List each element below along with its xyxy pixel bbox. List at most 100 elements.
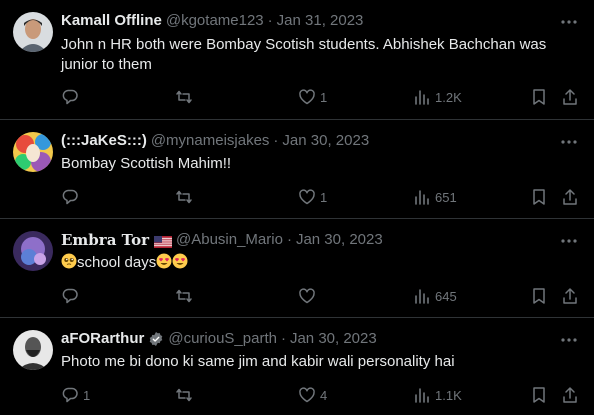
separator: · <box>267 12 273 29</box>
views-button[interactable]: 1.1K <box>413 385 462 405</box>
tweet[interactable]: aFORarthur @curiouS_parth · Jan 30, 2023… <box>0 318 594 415</box>
view-count: 1.1K <box>435 387 462 403</box>
avatar[interactable] <box>13 330 53 370</box>
tweet-text: John n HR both were Bombay Scotish stude… <box>61 36 547 73</box>
bookmark-button[interactable] <box>530 187 548 207</box>
more-options-icon[interactable] <box>560 13 578 31</box>
tweet-header: (:::JaKeS:::) @mynameisjakes · Jan 30, 2… <box>61 131 369 151</box>
retweet-button[interactable] <box>175 87 197 107</box>
share-icon <box>563 189 577 205</box>
views-icon <box>415 190 429 205</box>
bookmark-icon <box>533 387 545 403</box>
tweet-feed: Kamall Offline @kgotame123 · Jan 31, 202… <box>0 0 594 415</box>
bookmark-button[interactable] <box>530 286 548 306</box>
share-icon <box>563 288 577 304</box>
heart-icon <box>299 288 315 304</box>
author-handle[interactable]: @curiouS_parth <box>168 329 277 349</box>
retweet-button[interactable] <box>175 187 197 207</box>
like-button[interactable]: 1 <box>298 187 327 207</box>
view-count: 645 <box>435 288 457 304</box>
reply-button[interactable] <box>61 87 83 107</box>
retweet-button[interactable] <box>175 385 197 405</box>
separator: · <box>280 330 286 347</box>
bookmark-icon <box>533 288 545 304</box>
more-options-icon[interactable] <box>560 232 578 250</box>
action-bar: 1 651 <box>61 187 581 207</box>
like-count: 1 <box>320 89 328 105</box>
share-icon <box>563 387 577 403</box>
share-icon <box>563 89 577 105</box>
retweet-icon <box>176 190 192 204</box>
tweet-text-body: school days <box>77 254 157 271</box>
reply-button[interactable] <box>61 187 83 207</box>
author-name[interactable]: aFORarthur <box>61 329 144 349</box>
tweet[interactable]: Embra Tor @Abusin_Mario · Jan 30, 2023 s… <box>0 219 594 318</box>
like-button[interactable]: 4 <box>298 385 327 405</box>
reply-icon <box>62 288 78 304</box>
reply-button[interactable] <box>61 286 83 306</box>
reply-count: 1 <box>83 387 91 403</box>
reply-button[interactable]: 1 <box>61 385 90 405</box>
heart-icon <box>299 89 315 105</box>
tweet-date[interactable]: Jan 31, 2023 <box>277 11 364 31</box>
author-name[interactable]: (:::JaKeS:::) <box>61 131 147 151</box>
views-button[interactable]: 651 <box>413 187 457 207</box>
heart-icon <box>299 387 315 403</box>
avatar[interactable] <box>13 231 53 271</box>
author-handle[interactable]: @kgotame123 <box>166 11 264 31</box>
views-icon <box>415 289 429 304</box>
us-flag-icon <box>154 234 172 248</box>
tweet-date[interactable]: Jan 30, 2023 <box>282 131 369 151</box>
action-bar: 1 1.2K <box>61 87 581 107</box>
more-options-icon[interactable] <box>560 331 578 349</box>
separator: · <box>273 132 279 149</box>
heart-icon <box>299 189 315 205</box>
author-handle[interactable]: @Abusin_Mario <box>176 230 283 250</box>
share-button[interactable] <box>561 385 579 405</box>
author-handle[interactable]: @mynameisjakes <box>151 131 270 151</box>
retweet-icon <box>176 90 192 104</box>
verified-badge-icon <box>148 331 164 347</box>
reply-icon <box>62 387 78 403</box>
heart-eyes-emoji <box>172 253 188 269</box>
share-button[interactable] <box>561 87 579 107</box>
tweet-header: Kamall Offline @kgotame123 · Jan 31, 202… <box>61 11 363 31</box>
like-button[interactable] <box>298 286 320 306</box>
share-button[interactable] <box>561 187 579 207</box>
views-button[interactable]: 1.2K <box>413 87 462 107</box>
retweet-button[interactable] <box>175 286 197 306</box>
share-button[interactable] <box>561 286 579 306</box>
author-name[interactable]: Embra Tor <box>61 230 149 250</box>
separator: · <box>286 231 292 248</box>
tweet[interactable]: (:::JaKeS:::) @mynameisjakes · Jan 30, 2… <box>0 120 594 219</box>
tweet-header: Embra Tor @Abusin_Mario · Jan 30, 2023 <box>61 230 383 250</box>
action-bar: 645 <box>61 286 581 306</box>
like-count: 4 <box>320 387 328 403</box>
retweet-icon <box>176 289 192 303</box>
views-icon <box>415 388 429 403</box>
action-bar: 1 4 1.1K <box>61 385 581 405</box>
bookmark-button[interactable] <box>530 87 548 107</box>
tweet-text: Bombay Scottish Mahim!! <box>61 155 232 172</box>
bookmark-button[interactable] <box>530 385 548 405</box>
like-button[interactable]: 1 <box>298 87 327 107</box>
tweet-text: Photo me bi dono ki same jim and kabir w… <box>61 353 455 370</box>
views-button[interactable]: 645 <box>413 286 457 306</box>
tweet[interactable]: Kamall Offline @kgotame123 · Jan 31, 202… <box>0 0 594 120</box>
bookmark-icon <box>533 189 545 205</box>
tweet-text: school days <box>61 253 564 273</box>
avatar[interactable] <box>13 12 53 52</box>
tweet-date[interactable]: Jan 30, 2023 <box>290 329 377 349</box>
tweet-date[interactable]: Jan 30, 2023 <box>296 230 383 250</box>
pleading-face-emoji <box>61 253 77 269</box>
reply-icon <box>62 189 78 205</box>
avatar[interactable] <box>13 132 53 172</box>
tweet-header: aFORarthur @curiouS_parth · Jan 30, 2023 <box>61 329 377 349</box>
heart-eyes-emoji <box>156 253 172 269</box>
reply-icon <box>62 89 78 105</box>
views-icon <box>415 90 429 105</box>
more-options-icon[interactable] <box>560 133 578 151</box>
view-count: 1.2K <box>435 89 462 105</box>
like-count: 1 <box>320 189 328 205</box>
author-name[interactable]: Kamall Offline <box>61 11 162 31</box>
